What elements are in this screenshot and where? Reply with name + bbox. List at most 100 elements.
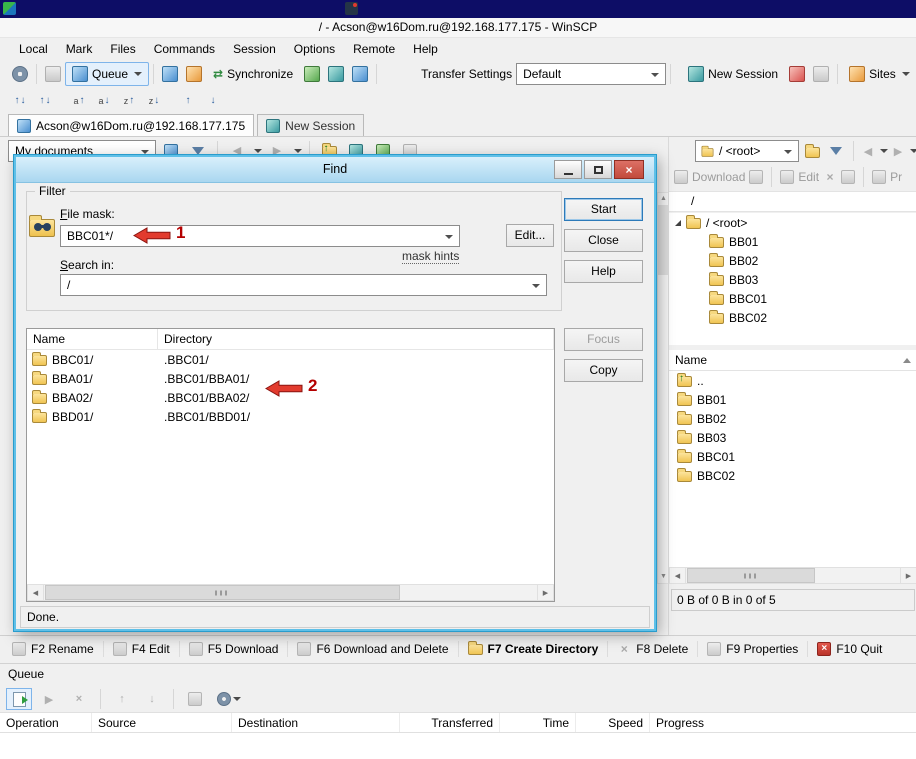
sites-button[interactable]: Sites (842, 62, 916, 86)
tree-expander-icon[interactable] (675, 220, 681, 226)
fkey-f7-create-directory[interactable]: F7 Create Directory (464, 638, 603, 660)
menu-help[interactable]: Help (404, 39, 447, 59)
copy-button[interactable]: Copy (564, 359, 643, 382)
tree-item-bb02[interactable]: BB02 (669, 251, 916, 270)
queue-col-progress[interactable]: Progress (650, 713, 916, 732)
tree-item-bbc02[interactable]: BBC02 (669, 308, 916, 327)
scroll-right-icon[interactable] (900, 567, 916, 584)
new-session-button[interactable]: New Session (681, 62, 785, 86)
refresh-button[interactable] (348, 62, 372, 86)
session-color-button[interactable] (324, 62, 348, 86)
remote-address-row[interactable]: / (669, 191, 916, 212)
start-button[interactable]: Start (564, 198, 643, 221)
duplicate-session-button[interactable] (809, 62, 833, 86)
mask-hints-link[interactable]: mask hints (402, 249, 459, 264)
fkey-f4-edit[interactable]: F4 Edit (109, 638, 174, 660)
queue-move-up-button[interactable] (109, 688, 135, 710)
menu-local[interactable]: Local (10, 39, 57, 59)
scroll-left-icon[interactable] (669, 567, 686, 584)
title-bar[interactable]: / - Acson@w16Dom.ru@192.168.177.175 - Wi… (0, 18, 916, 38)
scroll-thumb[interactable] (45, 585, 400, 600)
fkey-f8-delete[interactable]: F8 Delete (613, 638, 692, 660)
preferences-button[interactable] (8, 62, 32, 86)
fkey-f6-download-delete[interactable]: F6 Download and Delete (293, 638, 452, 660)
file-row-bb02[interactable]: BB02 (669, 409, 916, 428)
fkey-f2-rename[interactable]: F2 Rename (8, 638, 98, 660)
sort-button-1[interactable] (8, 90, 32, 112)
name-column-header[interactable]: Name (675, 353, 707, 367)
scroll-left-icon[interactable] (27, 584, 44, 601)
sort-button-4[interactable]: a (92, 90, 116, 112)
synchronize-browsing-button[interactable] (300, 62, 324, 86)
queue-col-source[interactable]: Source (92, 713, 232, 732)
result-row-4[interactable]: BBD01/ .BBC01/BBD01/ (27, 407, 554, 426)
remote-files-header[interactable]: Name (669, 350, 916, 371)
remote-path-select[interactable]: / <root> (695, 140, 799, 162)
menu-session[interactable]: Session (224, 39, 285, 59)
menu-files[interactable]: Files (101, 39, 144, 59)
queue-panel-title[interactable]: Queue (0, 663, 916, 685)
queue-toggle-button[interactable]: Queue (65, 62, 149, 86)
directory-column-header[interactable]: Directory (158, 329, 554, 349)
transfer-settings-select[interactable]: Default (516, 63, 666, 85)
tree-root-item[interactable]: / <root> (669, 213, 916, 232)
queue-delete-button[interactable] (66, 688, 92, 710)
fkey-f5-download[interactable]: F5 Download (185, 638, 283, 660)
file-row-bb01[interactable]: BB01 (669, 390, 916, 409)
remote-hscrollbar[interactable] (669, 567, 916, 584)
scroll-right-icon[interactable] (537, 584, 554, 601)
result-row-1[interactable]: BBC01/ .BBC01/ (27, 350, 554, 369)
name-column-header[interactable]: Name (27, 329, 158, 349)
sort-button-2[interactable] (33, 90, 57, 112)
tree-item-bb01[interactable]: BB01 (669, 232, 916, 251)
file-row-bbc02[interactable]: BBC02 (669, 466, 916, 485)
sort-button-8[interactable] (201, 90, 225, 112)
file-row-bb03[interactable]: BB03 (669, 428, 916, 447)
edit-button[interactable]: Edit (798, 170, 819, 184)
scroll-track[interactable] (686, 567, 900, 584)
tab-new-session[interactable]: New Session (257, 114, 364, 136)
sort-button-6[interactable]: z (142, 90, 166, 112)
scroll-track[interactable] (44, 584, 537, 601)
scroll-thumb[interactable] (687, 568, 815, 583)
tree-item-bbc01[interactable]: BBC01 (669, 289, 916, 308)
close-session-button[interactable] (785, 62, 809, 86)
panel-colors-button[interactable] (182, 62, 206, 86)
remote-filter-button[interactable] (825, 139, 847, 163)
file-row-updir[interactable]: .. (669, 371, 916, 390)
tree-item-bb03[interactable]: BB03 (669, 270, 916, 289)
sort-button-7[interactable] (176, 90, 200, 112)
queue-move-down-button[interactable] (139, 688, 165, 710)
delete-icon[interactable] (823, 170, 837, 184)
queue-settings-button[interactable] (212, 688, 246, 710)
queue-copy-button[interactable] (182, 688, 208, 710)
tray-notification-icon[interactable] (345, 2, 358, 15)
minimize-button[interactable] (554, 160, 582, 179)
edit-mask-button[interactable]: Edit... (506, 224, 554, 247)
sort-button-5[interactable]: z (117, 90, 141, 112)
menu-remote[interactable]: Remote (344, 39, 404, 59)
queue-col-operation[interactable]: Operation (0, 713, 92, 732)
app-taskbar-icon[interactable] (3, 2, 16, 15)
menu-options[interactable]: Options (285, 39, 344, 59)
file-mask-input[interactable]: BBC01*/ (60, 225, 460, 247)
queue-col-speed[interactable]: Speed (576, 713, 650, 732)
tab-session[interactable]: Acson@w16Dom.ru@192.168.177.175 (8, 114, 254, 136)
fkey-f9-properties[interactable]: F9 Properties (703, 638, 802, 660)
maximize-button[interactable] (584, 160, 612, 179)
panel-layout-button[interactable] (158, 62, 182, 86)
results-hscrollbar[interactable] (27, 584, 554, 601)
queue-col-time[interactable]: Time (500, 713, 576, 732)
remote-forward-button[interactable] (890, 139, 906, 163)
help-button[interactable]: Help (564, 260, 643, 283)
close-button[interactable] (614, 160, 644, 179)
remote-open-dir-button[interactable] (801, 139, 823, 163)
focus-button[interactable]: Focus (564, 328, 643, 351)
close-find-button[interactable]: Close (564, 229, 643, 252)
download-button[interactable]: Download (692, 170, 745, 184)
queue-col-destination[interactable]: Destination (232, 713, 400, 732)
find-dialog-titlebar[interactable]: Find (16, 157, 654, 183)
remote-back-button[interactable] (860, 139, 876, 163)
menu-mark[interactable]: Mark (57, 39, 102, 59)
fkey-f10-quit[interactable]: F10 Quit (813, 638, 886, 660)
